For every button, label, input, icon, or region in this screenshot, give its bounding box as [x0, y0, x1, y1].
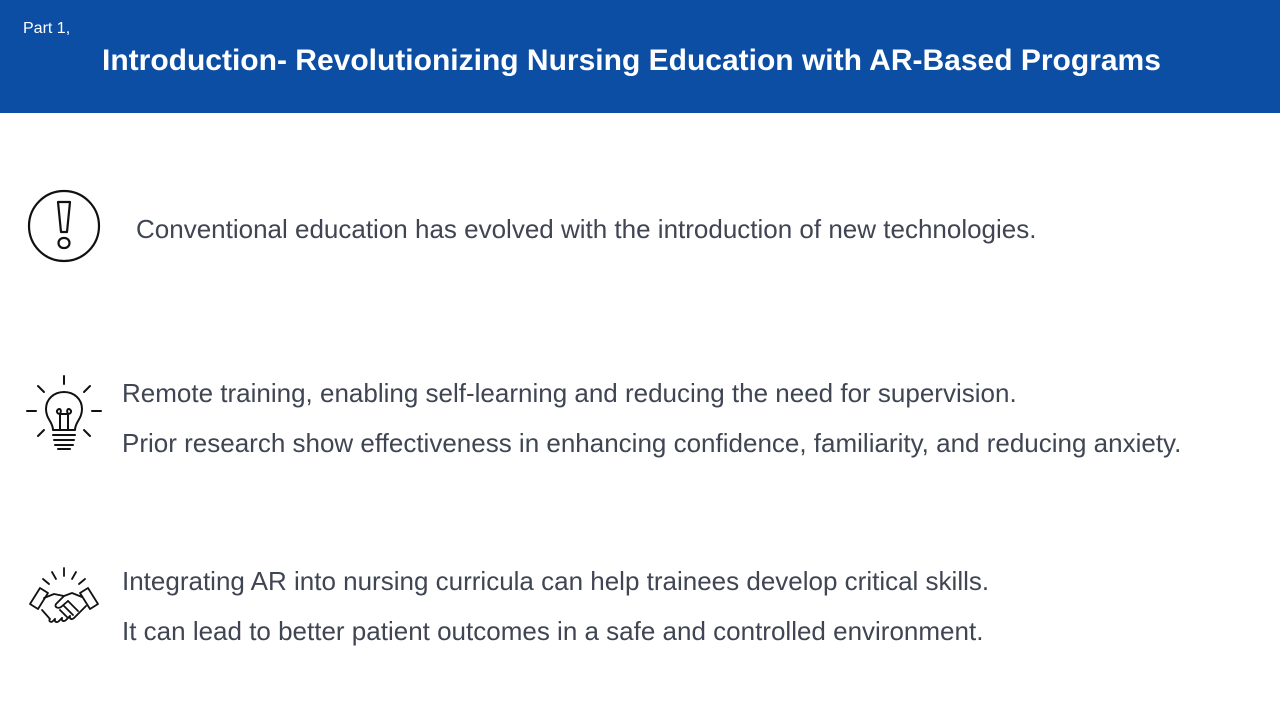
section-1-line-1: Conventional education has evolved with … [136, 214, 1037, 244]
lightbulb-icon [24, 374, 104, 459]
slide-header: Part 1, Introduction- Revolutionizing Nu… [0, 0, 1280, 113]
exclamation-icon [26, 188, 102, 269]
slide-title: Introduction- Revolutionizing Nursing Ed… [102, 44, 1161, 77]
section-3-line-2: It can lead to better patient outcomes i… [122, 616, 984, 646]
section-2-line-2: Prior research show effectiveness in enh… [122, 428, 1182, 458]
part-label: Part 1, [23, 20, 71, 37]
section-2-line-1: Remote training, enabling self-learning … [122, 378, 1017, 408]
slide: Part 1, Introduction- Revolutionizing Nu… [0, 0, 1280, 720]
handshake-icon [26, 566, 102, 641]
section-3-line-1: Integrating AR into nursing curricula ca… [122, 566, 990, 596]
